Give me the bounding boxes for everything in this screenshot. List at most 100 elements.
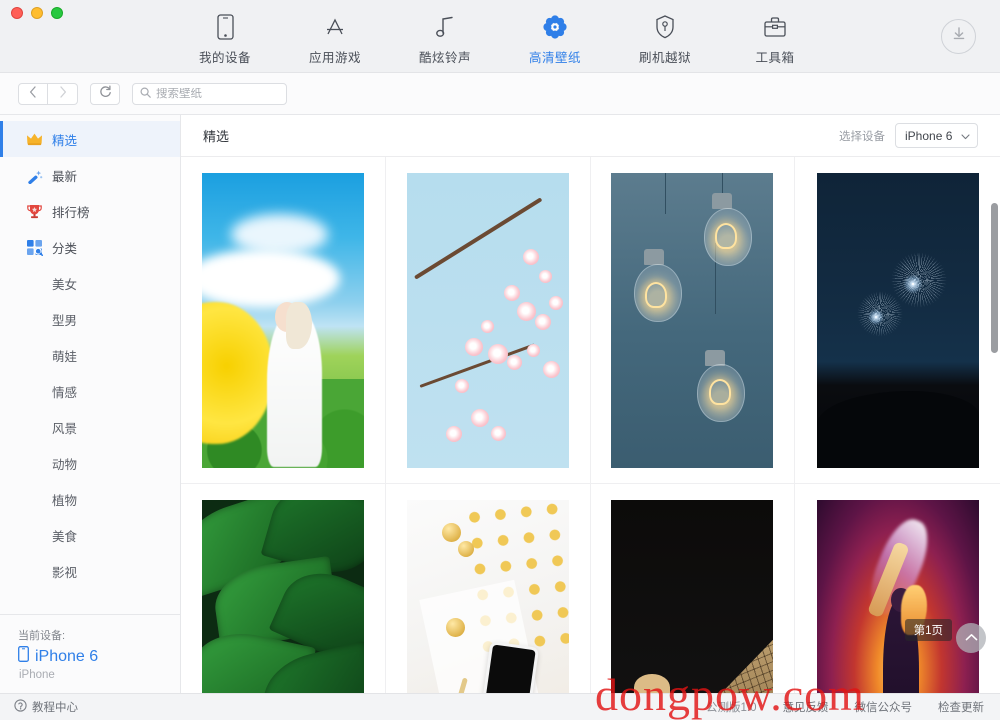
wallpaper-thumb-louvre-pyramid-night[interactable] (611, 499, 774, 693)
sidebar-category-movies[interactable]: 影视 (0, 553, 180, 589)
wallpaper-thumb-woman-sunflower-field[interactable] (201, 172, 364, 468)
wallpaper-cell[interactable] (795, 157, 1000, 484)
phone-icon (216, 12, 234, 42)
close-button[interactable] (11, 7, 23, 19)
nav-label: 我的设备 (198, 51, 251, 65)
refresh-icon (99, 85, 112, 103)
window-controls (11, 7, 63, 19)
current-device-panel[interactable]: 当前设备: iPhone 6 iPhone (0, 614, 180, 693)
sidebar-item-ranking[interactable]: 排行榜 (0, 193, 180, 229)
forward-button[interactable] (48, 82, 78, 105)
wallpaper-cell[interactable] (590, 157, 796, 484)
sidebar-category-kids[interactable]: 萌娃 (0, 337, 180, 373)
device-select-group: 选择设备 iPhone 6 (839, 123, 978, 148)
current-device-name-row: iPhone 6 (18, 646, 180, 667)
nav-item-my-device[interactable]: 我的设备 (194, 12, 256, 66)
device-dropdown[interactable]: iPhone 6 (895, 123, 978, 148)
check-update-link[interactable]: 检查更新 (938, 699, 984, 715)
wallpaper-cell[interactable] (181, 157, 386, 484)
device-select-label: 选择设备 (839, 130, 885, 143)
sidebar-item-category[interactable]: 分类 (0, 229, 180, 265)
wallpaper-cell[interactable] (795, 484, 1000, 693)
device-dropdown-value: iPhone 6 (905, 128, 953, 143)
wallpaper-art (201, 172, 364, 468)
grid-search-icon (26, 239, 43, 256)
wallpaper-cell[interactable] (385, 157, 591, 484)
nav-item-apps-games[interactable]: 应用游戏 (304, 12, 366, 66)
magic-wand-icon (26, 167, 43, 184)
statusbar-links: 公测版1.0 意见反馈 微信公众号 检查更新 (706, 699, 984, 715)
wallpaper-thumb-edison-bulbs[interactable] (611, 172, 774, 468)
sidebar-category-beauty[interactable]: 美女 (0, 265, 180, 301)
content-area: 精选 选择设备 iPhone 6 第1页 (181, 115, 1000, 693)
content-header: 精选 选择设备 iPhone 6 (181, 115, 1000, 157)
sidebar-item-label: 精选 (52, 133, 78, 148)
wallpaper-thumb-fireworks-night-sky[interactable] (816, 172, 979, 468)
music-note-icon (434, 12, 456, 42)
nav-label: 酷炫铃声 (418, 51, 471, 65)
nav-item-jailbreak[interactable]: 刷机越狱 (634, 12, 696, 66)
wallpaper-cell[interactable] (385, 484, 591, 693)
wallpaper-grid (181, 157, 1000, 693)
current-device-label: 当前设备: (18, 630, 66, 642)
main-nav: 我的设备 应用游戏 酷炫铃声 高清壁纸 刷机越狱 工具箱 (194, 6, 806, 66)
content-scrollbar[interactable] (991, 203, 998, 353)
app-version: 公测版1.0 (706, 702, 757, 714)
search-icon (140, 85, 151, 103)
feedback-link[interactable]: 意见反馈 (783, 699, 829, 715)
wallpaper-cell[interactable] (590, 484, 796, 693)
crown-icon (26, 131, 43, 148)
sidebar-category-food[interactable]: 美食 (0, 517, 180, 553)
sidebar-category-emotion[interactable]: 情感 (0, 373, 180, 409)
sidebar-category-plants[interactable]: 植物 (0, 481, 180, 517)
chevron-right-icon (59, 85, 67, 103)
question-circle-icon (14, 699, 27, 715)
sidebar-item-featured[interactable]: 精选 (0, 121, 180, 157)
maximize-button[interactable] (51, 7, 63, 19)
wallpaper-thumb-gold-dots-flatlay[interactable] (406, 499, 569, 693)
wallpaper-art (611, 499, 774, 693)
app-window: 我的设备 应用游戏 酷炫铃声 高清壁纸 刷机越狱 工具箱 搜索壁纸 精选 最新 … (0, 0, 1000, 720)
toolbox-icon (762, 12, 788, 42)
shield-icon (654, 12, 676, 42)
wallpaper-thumb-superhero-energy[interactable] (816, 499, 979, 693)
nav-item-ringtones[interactable]: 酷炫铃声 (414, 12, 476, 66)
flower-icon (542, 12, 568, 42)
search-box[interactable] (132, 82, 287, 105)
download-circle-icon (949, 24, 969, 49)
wallpaper-art (406, 499, 569, 693)
sidebar-category-scenery[interactable]: 风景 (0, 409, 180, 445)
refresh-button[interactable] (90, 82, 120, 105)
wallpaper-art (816, 499, 979, 693)
wallpaper-thumb-tropical-green-leaves[interactable] (201, 499, 364, 693)
tutorial-center-link[interactable]: 教程中心 (14, 699, 78, 715)
sidebar-item-latest[interactable]: 最新 (0, 157, 180, 193)
sidebar-category-animals[interactable]: 动物 (0, 445, 180, 481)
page-title: 精选 (203, 129, 230, 144)
sidebar-scroll: 精选 最新 排行榜 分类 美女 型男 萌娃 情感 风景 动物 植物 美食 影视 (0, 115, 180, 614)
tutorial-center-label: 教程中心 (32, 702, 78, 714)
wechat-official-link[interactable]: 微信公众号 (855, 699, 913, 715)
nav-item-toolbox[interactable]: 工具箱 (744, 12, 806, 66)
minimize-button[interactable] (31, 7, 43, 19)
chevron-left-icon (29, 85, 37, 103)
titlebar: 我的设备 应用游戏 酷炫铃声 高清壁纸 刷机越狱 工具箱 (0, 0, 1000, 73)
trophy-icon (26, 203, 43, 220)
sidebar-item-label: 排行榜 (52, 205, 90, 220)
back-button[interactable] (18, 82, 48, 105)
wallpaper-cell[interactable] (181, 484, 386, 693)
wallpaper-art (816, 172, 979, 468)
nav-label: 刷机越狱 (638, 51, 691, 65)
search-input[interactable] (156, 87, 279, 100)
toolbar (0, 73, 1000, 115)
scroll-to-top-button[interactable] (956, 623, 986, 653)
statusbar: 教程中心 公测版1.0 意见反馈 微信公众号 检查更新 (0, 693, 1000, 720)
download-manager-button[interactable] (941, 19, 976, 54)
wallpaper-art (406, 172, 569, 468)
wallpaper-art (201, 499, 364, 693)
wallpaper-thumb-cherry-blossom-branch[interactable] (406, 172, 569, 468)
nav-item-wallpapers[interactable]: 高清壁纸 (524, 12, 586, 66)
current-device-type: iPhone (19, 669, 55, 681)
sidebar-item-label: 最新 (52, 169, 78, 184)
sidebar-category-men[interactable]: 型男 (0, 301, 180, 337)
